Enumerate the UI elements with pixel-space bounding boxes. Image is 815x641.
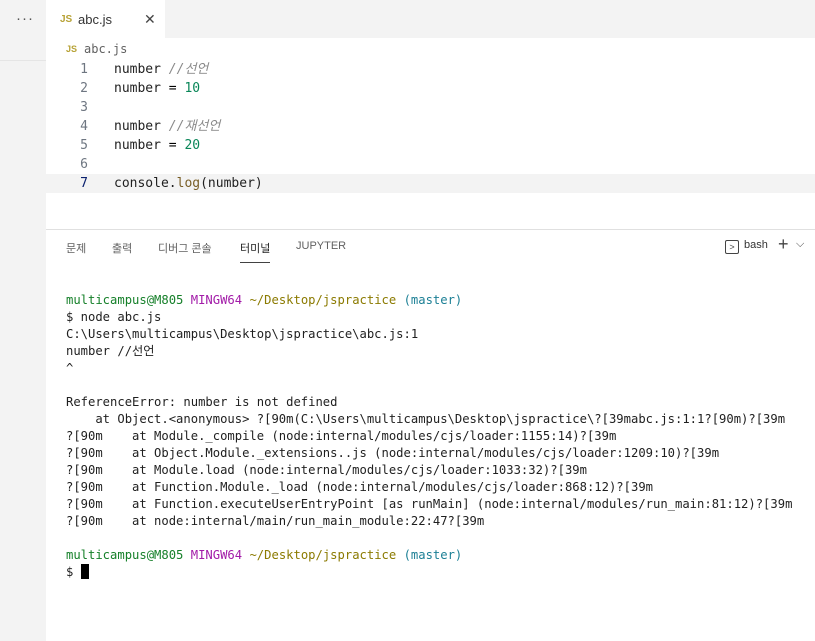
terminal-line: ^: [66, 361, 74, 375]
line-number: 6: [80, 157, 88, 172]
terminal-line: at Object.<anonymous> ?[90m(C:\Users\mul…: [66, 412, 786, 426]
line-number: 7: [80, 176, 88, 191]
close-icon[interactable]: ✕: [144, 11, 156, 28]
divider: [0, 60, 46, 61]
code-line[interactable]: 4 number //재선언: [46, 117, 815, 136]
tab-jupyter[interactable]: JUPYTER: [296, 240, 346, 252]
tab-abc-js[interactable]: JS abc.js ✕: [46, 0, 165, 38]
terminal-output[interactable]: multicampus@M805 MINGW64 ~/Desktop/jspra…: [66, 292, 806, 581]
terminal-line: ?[90m at Function.Module._load (node:int…: [66, 480, 653, 494]
terminal-line: ReferenceError: number is not defined: [66, 395, 338, 409]
terminal-line: ?[90m at Module.load (node:internal/modu…: [66, 463, 587, 477]
terminal-line: C:\Users\multicampus\Desktop\jspractice\…: [66, 327, 419, 341]
explorer-header: ···: [0, 0, 46, 38]
terminal-prompt-line: multicampus@M805 MINGW64 ~/Desktop/jspra…: [66, 293, 463, 307]
code-line[interactable]: 1 number //선언: [46, 60, 815, 79]
line-number: 3: [80, 100, 88, 115]
line-number: 1: [80, 62, 88, 77]
terminal-icon[interactable]: >: [725, 240, 739, 254]
terminal-line: ?[90m at Function.executeUserEntryPoint …: [66, 497, 793, 511]
code-text: number //선언: [114, 62, 209, 77]
code-text: number //재선언: [114, 119, 221, 134]
bottom-panel: 문제 출력 디버그 콘솔 터미널 JUPYTER > bash + ⌵ mult…: [46, 230, 815, 641]
terminal-cursor: [80, 564, 89, 579]
left-sidebar-strip: [0, 0, 46, 641]
editor-tab-bar: JS abc.js ✕: [46, 0, 815, 38]
tab-label: abc.js: [78, 12, 112, 27]
code-text: number = 20: [114, 138, 201, 153]
terminal-line: ?[90m at Object.Module._extensions..js (…: [66, 446, 720, 460]
code-line[interactable]: 3: [46, 98, 815, 117]
chevron-down-icon[interactable]: ⌵: [796, 238, 804, 251]
terminal-prompt-line: multicampus@M805 MINGW64 ~/Desktop/jspra…: [66, 548, 463, 562]
code-text: console.log(number): [114, 176, 263, 191]
code-editor[interactable]: ⋮ 1number //선언2number = 1034number //재선언…: [46, 60, 815, 230]
shell-selector[interactable]: bash: [744, 239, 768, 251]
terminal-input-line[interactable]: $: [66, 564, 806, 581]
code-line[interactable]: 2 number = 10: [46, 79, 815, 98]
terminal-line: number //선언: [66, 344, 155, 358]
javascript-file-icon: JS: [66, 44, 78, 54]
javascript-file-icon: JS: [60, 14, 73, 25]
code-text: number = 10: [114, 81, 201, 96]
line-number: 2: [80, 81, 88, 96]
tab-debug-console[interactable]: 디버그 콘솔: [158, 240, 212, 256]
new-terminal-button[interactable]: +: [778, 234, 789, 255]
terminal-line: ?[90m at node:internal/main/run_main_mod…: [66, 514, 485, 528]
line-number: 5: [80, 138, 88, 153]
line-number: 4: [80, 119, 88, 134]
breadcrumb-file[interactable]: abc.js: [84, 42, 127, 56]
terminal-line: $ node abc.js: [66, 310, 162, 324]
code-line[interactable]: 6: [46, 155, 815, 174]
code-line[interactable]: 7 console.log(number): [46, 174, 815, 193]
terminal-line: ?[90m at Module._compile (node:internal/…: [66, 429, 617, 443]
tab-problems[interactable]: 문제: [66, 240, 86, 256]
code-line[interactable]: 5 number = 20: [46, 136, 815, 155]
tab-output[interactable]: 출력: [112, 240, 132, 256]
tab-terminal[interactable]: 터미널: [240, 240, 271, 263]
breadcrumb: JS abc.js: [46, 38, 815, 60]
more-actions-icon[interactable]: ···: [16, 10, 34, 27]
